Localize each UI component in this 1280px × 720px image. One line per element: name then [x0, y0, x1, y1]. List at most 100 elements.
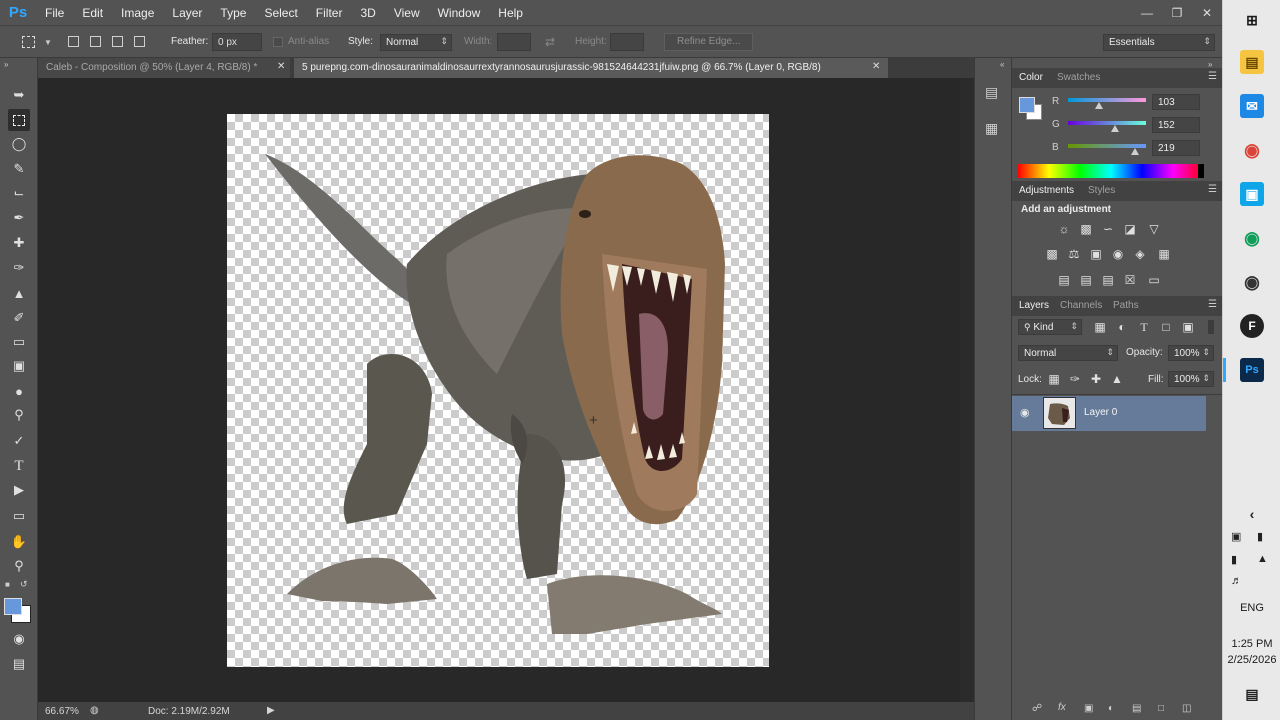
path-selection-tool-icon[interactable]: ▶ — [8, 479, 30, 501]
color-spectrum-ramp[interactable] — [1018, 164, 1204, 178]
exposure-icon[interactable]: ◪ — [1122, 222, 1138, 236]
menu-layer[interactable]: Layer — [163, 6, 211, 20]
zoom-tool-icon[interactable]: ⚲ — [8, 555, 30, 577]
lock-position-icon[interactable]: ✚ — [1088, 372, 1104, 386]
r-slider-thumb[interactable] — [1095, 102, 1104, 109]
r-slider-track[interactable] — [1068, 98, 1146, 102]
outlook-icon[interactable]: ✉ — [1240, 94, 1264, 118]
clock-date[interactable]: 2/25/2026 — [1223, 654, 1280, 666]
panel-menu-icon[interactable]: ☰ — [1208, 71, 1217, 82]
menu-file[interactable]: File — [36, 6, 73, 20]
file-explorer-icon[interactable]: ▤ — [1240, 50, 1264, 74]
notifications-icon[interactable]: ▤ — [1240, 682, 1264, 706]
panel-menu-icon[interactable]: ☰ — [1208, 299, 1217, 310]
new-group-icon[interactable]: ▤ — [1132, 703, 1141, 714]
pen-tool-icon[interactable]: ✓ — [8, 430, 30, 452]
selective-color-icon[interactable]: ☒ — [1122, 273, 1138, 287]
quick-mask-icon[interactable]: ◉ — [8, 628, 30, 650]
rectangular-marquee-preset-icon[interactable] — [22, 36, 35, 48]
marquee-tool-icon[interactable] — [8, 109, 30, 131]
foreground-color-swatch[interactable] — [4, 598, 22, 615]
tab-styles[interactable]: Styles — [1088, 185, 1115, 196]
g-value-input[interactable]: 152 — [1152, 117, 1200, 133]
status-menu-arrow-icon[interactable]: ▶ — [267, 705, 275, 716]
filter-pixel-icon[interactable]: ▦ — [1092, 320, 1108, 334]
filter-smart-object-icon[interactable]: ▣ — [1180, 320, 1196, 334]
delete-layer-icon[interactable]: ◫ — [1182, 703, 1191, 714]
g-slider-thumb[interactable] — [1110, 125, 1119, 132]
layer-name[interactable]: Layer 0 — [1084, 407, 1117, 418]
intersect-selection-icon[interactable] — [134, 36, 145, 47]
blur-tool-icon[interactable]: ● — [8, 380, 30, 402]
new-adjustment-layer-icon[interactable]: ◐ — [1108, 703, 1114, 714]
gradient-tool-icon[interactable]: ▣ — [8, 355, 30, 377]
collapse-icon[interactable]: » — [4, 60, 8, 69]
eye-icon[interactable]: ◉ — [1020, 406, 1030, 419]
chrome-profile-icon[interactable]: ◉ — [1240, 226, 1264, 250]
new-layer-icon[interactable]: □ — [1158, 703, 1164, 714]
b-slider-thumb[interactable] — [1131, 148, 1140, 155]
tab-adjustments[interactable]: Adjustments — [1019, 185, 1074, 196]
crop-tool-icon[interactable]: ⌙ — [8, 182, 30, 204]
language-indicator[interactable]: ENG — [1223, 602, 1280, 614]
tab-layers[interactable]: Layers — [1019, 300, 1049, 311]
default-colors-icon[interactable]: ■ — [5, 580, 10, 589]
history-brush-tool-icon[interactable]: ✐ — [8, 307, 30, 329]
black-white-icon[interactable]: ▣ — [1088, 247, 1104, 261]
meet-now-icon[interactable]: ▣ — [1231, 530, 1241, 543]
eyedropper-tool-icon[interactable]: ✒ — [8, 207, 30, 229]
eraser-tool-icon[interactable]: ▭ — [8, 331, 30, 353]
anti-alias-checkbox[interactable] — [273, 37, 283, 47]
color-balance-icon[interactable]: ⚖ — [1066, 247, 1082, 261]
close-tab-icon[interactable]: ✕ — [872, 61, 880, 72]
menu-window[interactable]: Window — [429, 6, 490, 20]
windows-start-icon[interactable]: ⊞ — [1240, 8, 1264, 32]
tab-caleb-composition[interactable]: Caleb - Composition @ 50% (Layer 4, RGB/… — [38, 58, 290, 78]
minimize-icon[interactable]: — — [1132, 0, 1162, 25]
width-input[interactable] — [497, 33, 531, 51]
filter-toggle[interactable] — [1208, 320, 1214, 334]
menu-select[interactable]: Select — [255, 6, 306, 20]
refine-edge-button[interactable]: Refine Edge... — [664, 33, 754, 51]
volume-icon[interactable]: ♬ — [1231, 575, 1242, 587]
brush-tool-icon[interactable]: ✑ — [8, 257, 30, 279]
menu-3d[interactable]: 3D — [351, 6, 384, 20]
threshold-icon[interactable]: ▤ — [1100, 273, 1116, 287]
layer-kind-filter[interactable]: ⚲ Kind — [1018, 319, 1082, 335]
hand-tool-icon[interactable]: ✋ — [8, 531, 30, 553]
brightness-contrast-icon[interactable]: ☼ — [1056, 222, 1072, 236]
swap-colors-icon[interactable]: ↺ — [20, 579, 28, 590]
fill-input[interactable]: 100% — [1168, 371, 1214, 387]
battery-icon[interactable]: ▮ — [1231, 553, 1237, 566]
r-value-input[interactable]: 103 — [1152, 94, 1200, 110]
clone-stamp-tool-icon[interactable]: ▲ — [8, 282, 30, 304]
quick-selection-tool-icon[interactable]: ✎ — [8, 158, 30, 180]
close-icon[interactable]: ✕ — [1192, 0, 1222, 25]
menu-help[interactable]: Help — [489, 6, 532, 20]
screen-mode-icon[interactable]: ▤ — [8, 653, 30, 675]
properties-panel-icon[interactable]: ▦ — [985, 120, 998, 137]
status-info-icon[interactable]: ◍ — [90, 705, 99, 716]
add-to-selection-icon[interactable] — [90, 36, 101, 47]
link-layers-icon[interactable]: ☍ — [1032, 703, 1042, 714]
add-mask-icon[interactable]: ▣ — [1084, 703, 1093, 714]
opacity-input[interactable]: 100% — [1168, 345, 1214, 361]
zoom-level[interactable]: 66.67% — [45, 706, 79, 717]
style-select[interactable]: Normal — [380, 34, 452, 51]
lock-image-pixels-icon[interactable]: ✑ — [1067, 372, 1083, 386]
levels-icon[interactable]: ▩ — [1078, 222, 1094, 236]
chevron-down-icon[interactable]: ▼ — [44, 38, 52, 47]
document-canvas[interactable]: + — [227, 114, 769, 667]
lasso-tool-icon[interactable]: ◯ — [8, 133, 30, 155]
menu-type[interactable]: Type — [211, 6, 255, 20]
menu-filter[interactable]: Filter — [307, 6, 352, 20]
subtract-from-selection-icon[interactable] — [112, 36, 123, 47]
workspace-select[interactable]: Essentials — [1103, 34, 1215, 51]
filter-type-icon[interactable]: T — [1136, 320, 1152, 334]
blend-mode-select[interactable]: Normal — [1018, 345, 1118, 361]
hue-saturation-icon[interactable]: ▩ — [1044, 247, 1060, 261]
b-value-input[interactable]: 219 — [1152, 140, 1200, 156]
wifi-icon[interactable]: ▲ — [1257, 553, 1268, 565]
filter-adjustment-icon[interactable]: ◐ — [1114, 320, 1130, 334]
microphone-icon[interactable]: ▮ — [1257, 530, 1263, 543]
